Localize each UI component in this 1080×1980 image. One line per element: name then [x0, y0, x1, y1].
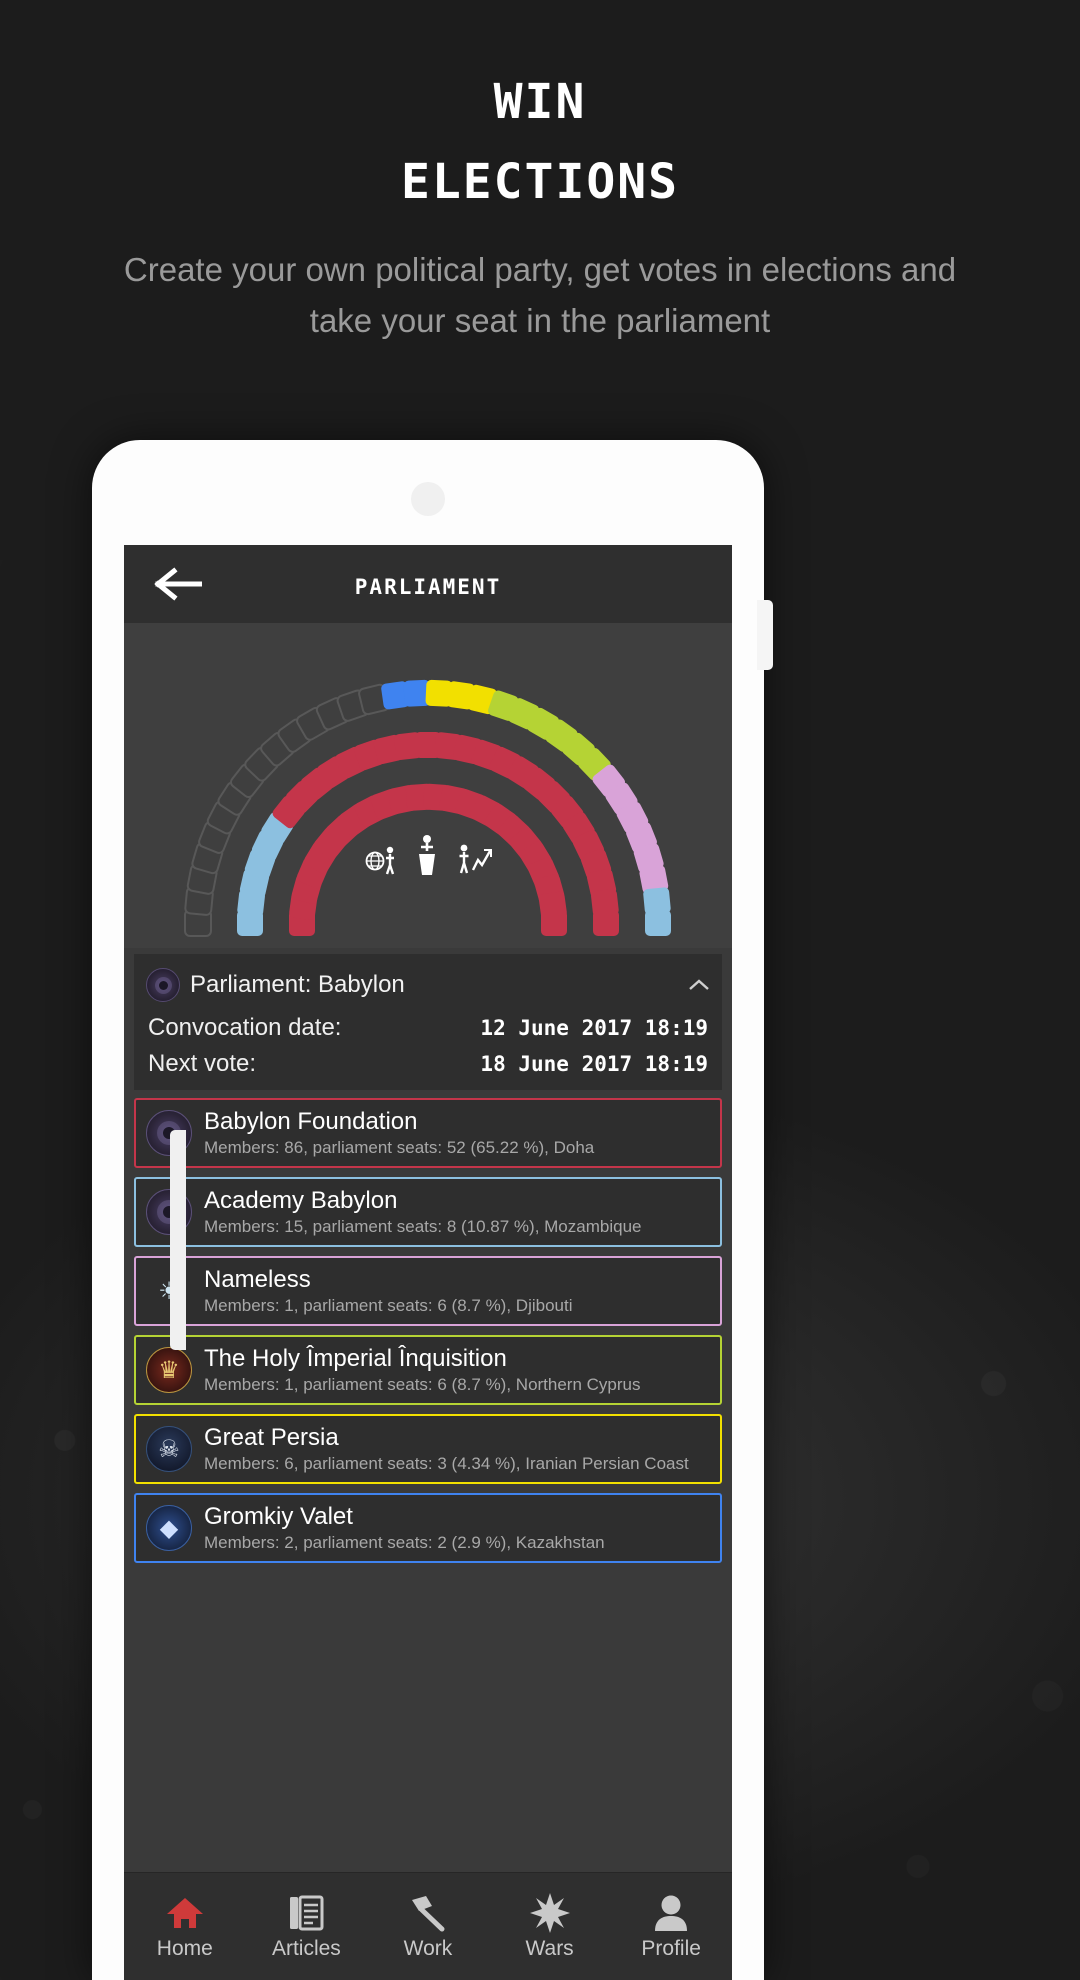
phone-speaker	[411, 482, 445, 516]
party-list-item[interactable]: ◆ Gromkiy Valet Members: 2, parliament sea…	[134, 1493, 722, 1563]
nav-item-work[interactable]: Work	[368, 1893, 488, 1961]
party-text-block: Academy Babylon Members: 15, parliament s…	[204, 1186, 710, 1238]
party-text-block: The Holy Împerial Înquisition Members: 1,…	[204, 1344, 710, 1396]
promo-screenshot: Win Elections Create your own political …	[0, 0, 1080, 1980]
party-meta: Members: 86, parliament seats: 52 (65.22…	[204, 1138, 595, 1157]
info-panel-header[interactable]: Parliament: Babylon	[146, 964, 710, 1010]
party-list-item[interactable]: ♛ The Holy Împerial Înquisition Members: 1…	[134, 1335, 722, 1405]
nav-item-articles[interactable]: Articles	[246, 1893, 366, 1961]
party-meta: Members: 2, parliament seats: 2 (2.9 %),…	[204, 1533, 605, 1552]
nav-label: Wars	[525, 1936, 574, 1960]
info-row-next-vote: Next vote: 18 June 2017 18:19	[146, 1046, 710, 1082]
party-text-block: Great Persia Members: 6, parliament seats…	[204, 1423, 710, 1475]
speaker-podium-icon	[412, 834, 442, 876]
parliament-seat-chart	[124, 623, 732, 948]
nav-item-home[interactable]: Home	[125, 1893, 245, 1961]
parliament-info-panel[interactable]: Parliament: Babylon Convocation date: 12…	[134, 954, 722, 1090]
party-meta: Members: 1, parliament seats: 6 (8.7 %),…	[204, 1375, 641, 1394]
party-text-block: Babylon Foundation Members: 86, parliamen…	[204, 1107, 710, 1159]
nav-label: Home	[156, 1936, 213, 1960]
info-panel-title: Parliament: Babylon	[190, 971, 405, 998]
party-text-block: Nameless Members: 1, parliament seats: 6 …	[204, 1265, 710, 1317]
person-icon	[653, 1893, 689, 1933]
nav-label: Work	[403, 1936, 453, 1960]
promo-subtitle: Create your own political party, get vot…	[123, 251, 957, 339]
phone-mockup: Parliament	[92, 440, 764, 1980]
chart-speaker-icon	[456, 840, 492, 876]
promo-headline: Win Elections	[0, 56, 1080, 216]
power-button[interactable]	[757, 600, 773, 670]
app-header: Parliament	[124, 545, 732, 623]
star-burst-icon	[529, 1892, 570, 1933]
crest-emblem-icon: ♛	[146, 1347, 192, 1393]
bottom-navigation: Home Articles Work Wars Profile	[124, 1872, 732, 1980]
party-name: Great Persia	[204, 1424, 339, 1451]
party-text-block: Gromkiy Valet Members: 2, parliament seat…	[204, 1502, 710, 1554]
articles-icon	[288, 1893, 324, 1933]
chevron-up-icon[interactable]	[688, 978, 710, 992]
next-vote-value: 18 June 2017 18:19	[480, 1052, 708, 1076]
parliament-seat	[645, 910, 671, 936]
hammer-icon	[408, 1893, 448, 1933]
headline-line-2: Elections	[400, 136, 680, 215]
next-vote-label: Next vote:	[148, 1050, 257, 1077]
party-list: Babylon Foundation Members: 86, parliamen…	[134, 1098, 722, 1563]
party-meta: Members: 15, parliament seats: 8 (10.87 …	[204, 1217, 642, 1236]
page-title: Parliament	[354, 566, 502, 602]
home-icon	[165, 1893, 205, 1933]
party-list-item[interactable]: ☀ Nameless Members: 1, parliament seats: 6…	[134, 1256, 722, 1326]
phone-screen: Parliament	[124, 545, 732, 1980]
podium-icon-group	[364, 834, 492, 876]
parliament-seat	[541, 910, 567, 936]
party-name: Academy Babylon	[204, 1187, 398, 1214]
party-name: The Holy Împerial Înquisition	[204, 1345, 507, 1372]
convocation-date-label: Convocation date:	[148, 1014, 342, 1041]
party-name: Gromkiy Valet	[204, 1503, 353, 1530]
volume-button[interactable]	[170, 1130, 186, 1350]
nav-label: Profile	[641, 1936, 701, 1960]
nav-item-wars[interactable]: Wars	[490, 1892, 610, 1961]
party-list-item[interactable]: Babylon Foundation Members: 86, parliamen…	[134, 1098, 722, 1168]
nav-item-profile[interactable]: Profile	[611, 1893, 731, 1961]
party-list-item[interactable]: ☠ Great Persia Members: 6, parliament seat…	[134, 1414, 722, 1484]
blue-party-emblem-icon: ◆	[146, 1505, 192, 1551]
back-arrow-icon[interactable]	[154, 567, 203, 601]
info-row-convocation: Convocation date: 12 June 2017 18:19	[146, 1010, 710, 1046]
party-name: Babylon Foundation	[204, 1108, 418, 1135]
parliament-seat	[593, 910, 619, 936]
nav-label: Articles	[271, 1936, 341, 1960]
party-list-item[interactable]: Academy Babylon Members: 15, parliament s…	[134, 1177, 722, 1247]
convocation-date-value: 12 June 2017 18:19	[480, 1016, 708, 1040]
skull-emblem-icon: ☠	[146, 1426, 192, 1472]
party-meta: Members: 1, parliament seats: 6 (8.7 %),…	[204, 1296, 573, 1315]
party-name: Nameless	[204, 1266, 311, 1293]
headline-line-1: Win	[493, 56, 587, 135]
globe-speaker-icon	[364, 840, 398, 876]
party-meta: Members: 6, parliament seats: 3 (4.34 %)…	[204, 1454, 689, 1473]
babylon-emblem-icon	[146, 968, 180, 1002]
